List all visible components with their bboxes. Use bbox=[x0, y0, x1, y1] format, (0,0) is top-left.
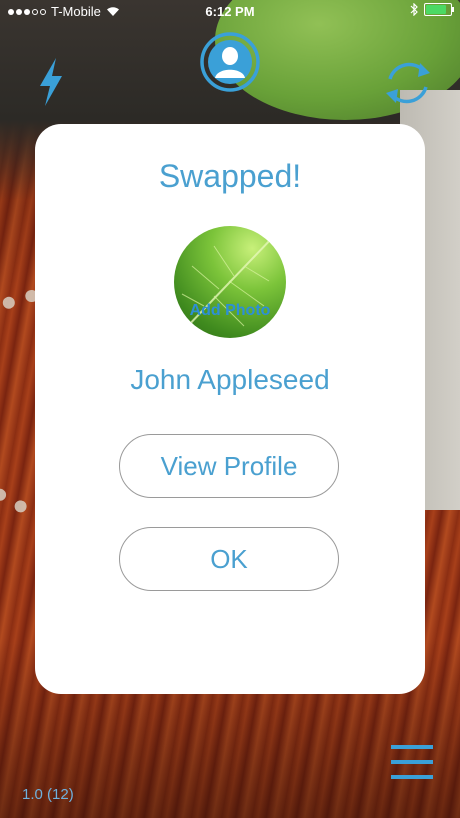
swap-confirmation-dialog: Swapped! Add Photo John Appleseed View P… bbox=[35, 124, 425, 694]
add-photo-label: Add Photo bbox=[189, 302, 271, 319]
dialog-title: Swapped! bbox=[158, 158, 302, 194]
hamburger-menu-icon bbox=[391, 745, 433, 779]
user-name: John Appleseed bbox=[130, 364, 330, 395]
user-circle-icon bbox=[200, 32, 260, 92]
swap-arrows-icon bbox=[386, 62, 430, 104]
status-time: 6:12 PM bbox=[205, 4, 255, 19]
view-profile-button[interactable]: View Profile bbox=[119, 434, 339, 498]
battery-icon bbox=[424, 3, 454, 16]
profile-button[interactable] bbox=[198, 30, 262, 94]
status-bar: T-Mobile 6:12 PM bbox=[0, 0, 460, 24]
version-label: 1.0 (12) bbox=[22, 786, 74, 803]
bluetooth-icon bbox=[410, 3, 418, 16]
leaf-photo bbox=[181, 235, 275, 331]
menu-button[interactable] bbox=[388, 738, 436, 786]
swap-button[interactable] bbox=[377, 58, 439, 108]
flash-button[interactable] bbox=[32, 55, 70, 109]
lightning-bolt-icon bbox=[40, 58, 62, 106]
ok-button[interactable]: OK bbox=[119, 527, 339, 591]
avatar[interactable]: Add Photo bbox=[174, 226, 286, 338]
